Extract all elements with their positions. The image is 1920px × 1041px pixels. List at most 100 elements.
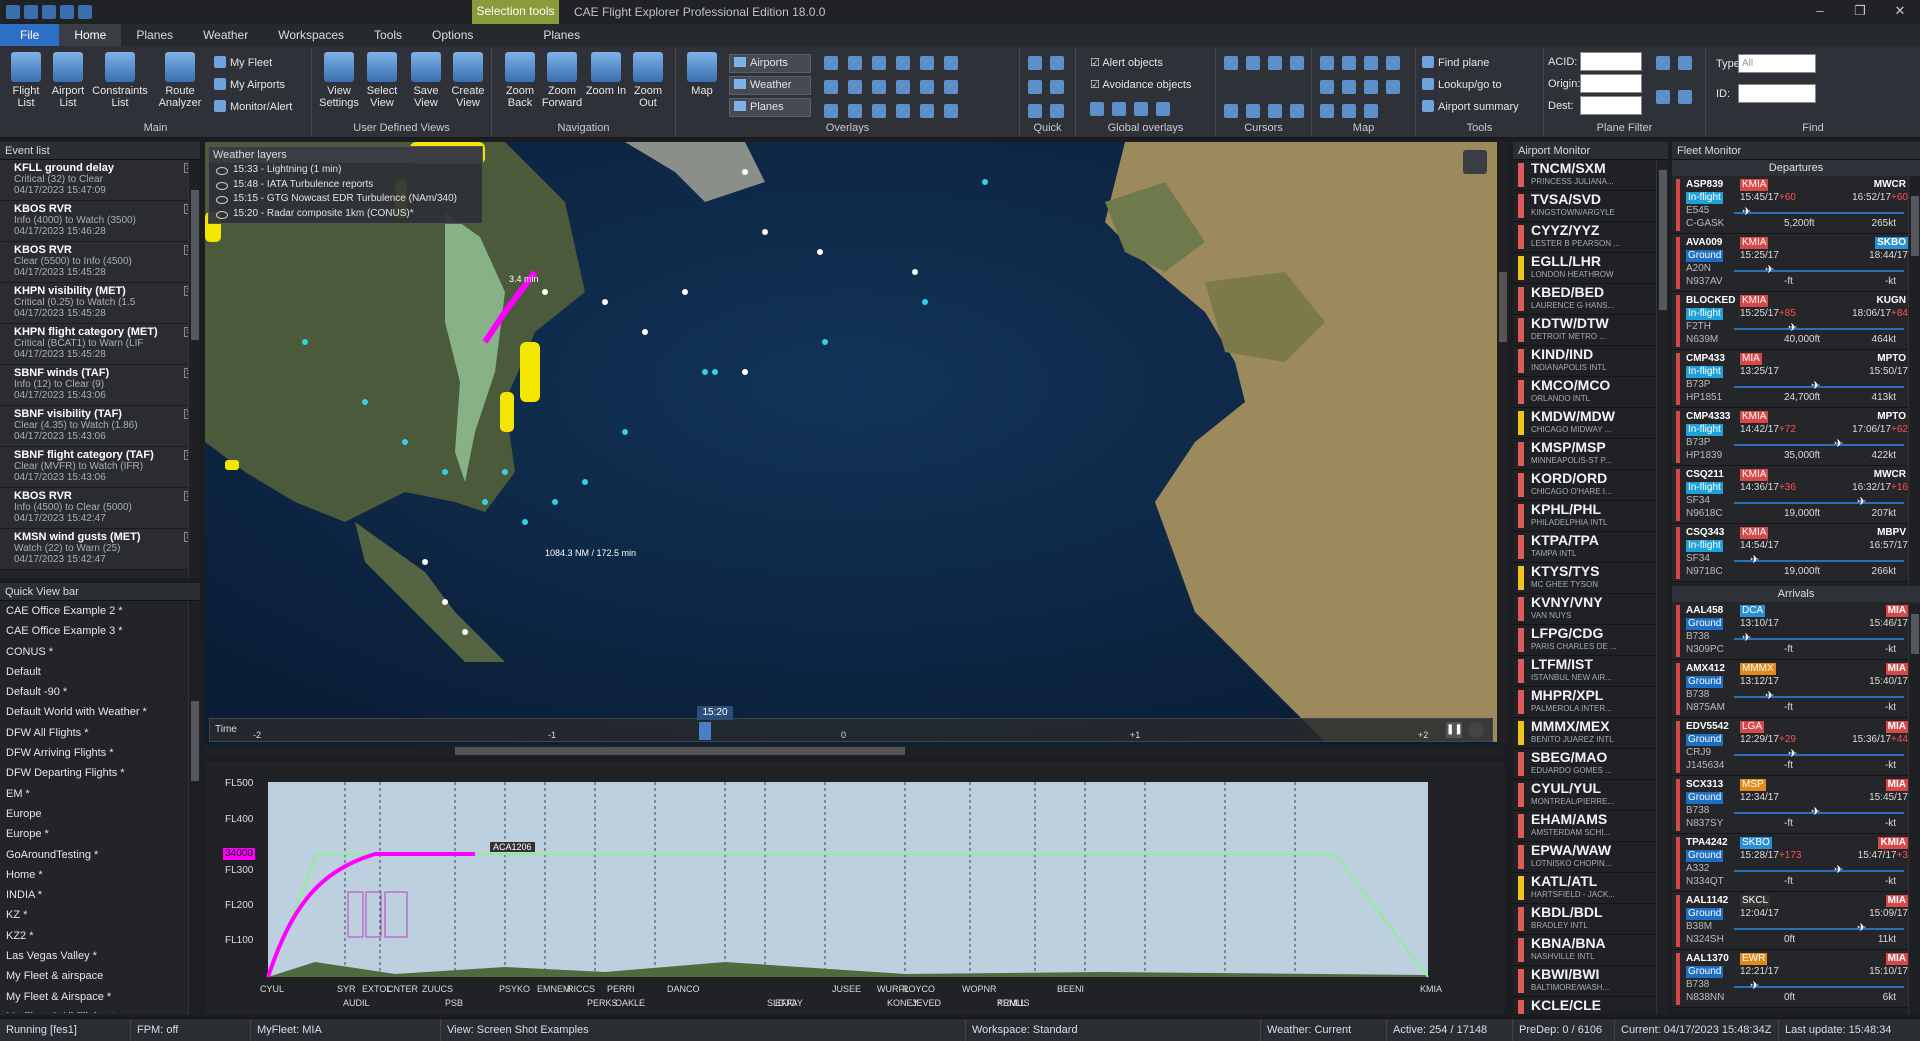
- tab-planes-context[interactable]: Planes: [528, 24, 595, 46]
- quick-view-item[interactable]: My Fleet & airspace: [0, 966, 200, 986]
- airport-row[interactable]: KIND/IND INDIANAPOLIS INTL: [1513, 346, 1668, 377]
- event-item[interactable]: KBOS RVR Clear (5500) to Info (4500) 04/17…: [0, 242, 200, 283]
- airport-row[interactable]: KTYS/TYS MC GHEE TYSON: [1513, 563, 1668, 594]
- flight-row[interactable]: CSQ211 KMIA MWCR In-flight 14:36/17+36 16:32/…: [1672, 466, 1920, 524]
- overlay-tool-icon[interactable]: [896, 80, 910, 94]
- quick-view-item[interactable]: Default: [0, 662, 200, 682]
- airport-row[interactable]: EPWA/WAW LOTNISKO CHOPIN...: [1513, 842, 1668, 873]
- filter-clear-icon[interactable]: [1678, 90, 1692, 104]
- overlay-tool-icon[interactable]: [872, 80, 886, 94]
- event-item[interactable]: KFLL ground delay Critical (32) to Clear 0…: [0, 160, 200, 201]
- quick-view-item[interactable]: Europe *: [0, 824, 200, 844]
- layout-icon[interactable]: [1364, 56, 1378, 70]
- event-list-scrollbar[interactable]: [188, 160, 200, 578]
- weather-layer-row[interactable]: 15:15 - GTG Nowcast EDR Turbulence (NAm/…: [209, 192, 482, 207]
- departures-scrollbar[interactable]: [1908, 176, 1920, 586]
- map-vertical-scrollbar[interactable]: [1497, 142, 1509, 745]
- weather-layer-row[interactable]: 15:20 - Radar composite 1km (CONUS)*: [209, 207, 482, 222]
- overlay-tool-icon[interactable]: [848, 56, 862, 70]
- airport-row[interactable]: KPHL/PHL PHILADELPHIA INTL: [1513, 501, 1668, 532]
- zoom-back-button[interactable]: Zoom Back: [498, 52, 542, 109]
- tab-workspaces[interactable]: Workspaces: [263, 24, 359, 46]
- minimize-icon[interactable]: –: [1800, 0, 1840, 22]
- quick-view-item[interactable]: DFW All Flights *: [0, 723, 200, 743]
- quick-view-item[interactable]: Home *: [0, 865, 200, 885]
- airport-row[interactable]: KMSP/MSP MINNEAPOLIS-ST P...: [1513, 439, 1668, 470]
- monitor-alert-button[interactable]: Monitor/Alert: [214, 100, 292, 113]
- quick-view-scrollbar[interactable]: [188, 601, 200, 1015]
- overlay-tool-icon[interactable]: [920, 80, 934, 94]
- airport-row[interactable]: SBEG/MAO EDUARDO GOMES ...: [1513, 749, 1668, 780]
- overlay-tool-icon[interactable]: [944, 104, 958, 118]
- my-fleet-button[interactable]: My Fleet: [214, 56, 272, 69]
- id-input[interactable]: [1738, 84, 1816, 103]
- eraser-icon[interactable]: [1656, 90, 1670, 104]
- quick-view-item[interactable]: INDIA *: [0, 885, 200, 905]
- event-item[interactable]: KBOS RVR Info (4000) to Watch (3500) 04/17…: [0, 201, 200, 242]
- dest-input[interactable]: [1580, 96, 1642, 115]
- quick-view-item[interactable]: Las Vegas Valley *: [0, 946, 200, 966]
- event-item[interactable]: SBNF winds (TAF) Info (12) to Clear (9) 04…: [0, 365, 200, 406]
- filter-plane-icon[interactable]: [1678, 56, 1692, 70]
- layout-icon[interactable]: [1320, 56, 1334, 70]
- airport-row[interactable]: KVNY/VNY VAN NUYS: [1513, 594, 1668, 625]
- create-view-button[interactable]: Create View: [446, 52, 490, 109]
- cursor-tool-icon[interactable]: [1246, 104, 1260, 118]
- quick-view-item[interactable]: Europe: [0, 804, 200, 824]
- quick-tool-icon[interactable]: [1028, 104, 1042, 118]
- constraints-list-button[interactable]: Constraints List: [90, 52, 150, 109]
- airport-row[interactable]: KATL/ATL HARTSFIELD - JACK...: [1513, 873, 1668, 904]
- time-thumb[interactable]: [699, 722, 711, 740]
- alert-objects-checkbox[interactable]: ☑ Alert objects: [1090, 56, 1163, 69]
- event-item[interactable]: SBNF flight category (TAF) Clear (MVFR) t…: [0, 447, 200, 488]
- hand-icon[interactable]: [1268, 104, 1282, 118]
- overlay-tool-icon[interactable]: [872, 104, 886, 118]
- tab-options[interactable]: Options: [417, 24, 488, 46]
- avoidance-objects-checkbox[interactable]: ☑ Avoidance objects: [1090, 78, 1191, 91]
- my-airports-button[interactable]: My Airports: [214, 78, 285, 91]
- overlay-tool-icon[interactable]: [944, 80, 958, 94]
- flight-row[interactable]: AVA009 KMIA SKBO Ground 15:25/17 18:44/17 A20N…: [1672, 234, 1920, 292]
- maximize-icon[interactable]: ❐: [1840, 0, 1880, 22]
- flight-row[interactable]: AAL1370 EWR MIA Ground 12:21/17 15:10/17 B738 N…: [1672, 950, 1920, 1008]
- flight-row[interactable]: CMP433 MIA MPTO In-flight 13:25/17 15:50/17 B7…: [1672, 350, 1920, 408]
- time-slider[interactable]: Time -2 -1 0 +1 +2 15:20 ❚❚: [209, 706, 1493, 742]
- event-item[interactable]: KHPN flight category (MET) Critical (BCAT…: [0, 324, 200, 365]
- quick-view-item[interactable]: My Fleet & Airspace *: [0, 987, 200, 1007]
- cursor-tool-icon[interactable]: [1224, 56, 1238, 70]
- find-plane-button[interactable]: Find plane: [1422, 56, 1489, 69]
- quick-view-item[interactable]: KZ *: [0, 905, 200, 925]
- flight-row[interactable]: TPA4242 SKBO KMIA Ground 15:28/17+173 15:47/1…: [1672, 834, 1920, 892]
- quick-tool-icon[interactable]: [1028, 80, 1042, 94]
- quick-view-item[interactable]: Default World with Weather *: [0, 702, 200, 722]
- airport-monitor-scrollbar[interactable]: [1656, 160, 1668, 1014]
- airport-row[interactable]: KBDL/BDL BRADLEY INTL: [1513, 904, 1668, 935]
- global-overlay-icon[interactable]: [1112, 102, 1126, 116]
- flight-row[interactable]: SCX313 MSP MIA Ground 12:34/17 15:45/17 B738 N8…: [1672, 776, 1920, 834]
- quick-view-item[interactable]: Default -90 *: [0, 682, 200, 702]
- map-canvas[interactable]: [205, 142, 1497, 745]
- airport-row[interactable]: LTFM/IST ISTANBUL NEW AIR...: [1513, 656, 1668, 687]
- layout-icon[interactable]: [1342, 56, 1356, 70]
- quick-view-item[interactable]: CONUS *: [0, 642, 200, 662]
- global-overlay-icon[interactable]: [1156, 102, 1170, 116]
- quick-view-item[interactable]: My Fleet & All Flights *: [0, 1007, 200, 1013]
- overlay-tool-icon[interactable]: [896, 56, 910, 70]
- pointer-icon[interactable]: [1224, 104, 1238, 118]
- map-view[interactable]: 3.4 min 1084.3 NM / 172.5 min: [205, 142, 1497, 745]
- layout-icon[interactable]: [1386, 80, 1400, 94]
- flight-list-button[interactable]: Flight List: [4, 52, 48, 109]
- airport-row[interactable]: KTPA/TPA TAMPA INTL: [1513, 532, 1668, 563]
- play-icon[interactable]: [42, 5, 56, 19]
- overlay-tool-icon[interactable]: [824, 56, 838, 70]
- airport-row[interactable]: KORD/ORD CHICAGO O'HARE I...: [1513, 470, 1668, 501]
- lookup-button[interactable]: Lookup/go to: [1422, 78, 1502, 91]
- filter-icon[interactable]: [1656, 56, 1670, 70]
- cursor-tool-icon[interactable]: [1268, 56, 1282, 70]
- pause-icon[interactable]: ❚❚: [1446, 722, 1463, 738]
- quick-tool-icon[interactable]: [1050, 56, 1064, 70]
- airport-row[interactable]: KMCO/MCO ORLANDO INTL: [1513, 377, 1668, 408]
- flight-row[interactable]: EDV5542 LGA MIA Ground 12:29/17+29 15:36/17+4…: [1672, 718, 1920, 776]
- flight-row[interactable]: CSQ343 KMIA MBPV In-flight 14:54/17 16:57/17 S…: [1672, 524, 1920, 582]
- acid-input[interactable]: [1580, 52, 1642, 71]
